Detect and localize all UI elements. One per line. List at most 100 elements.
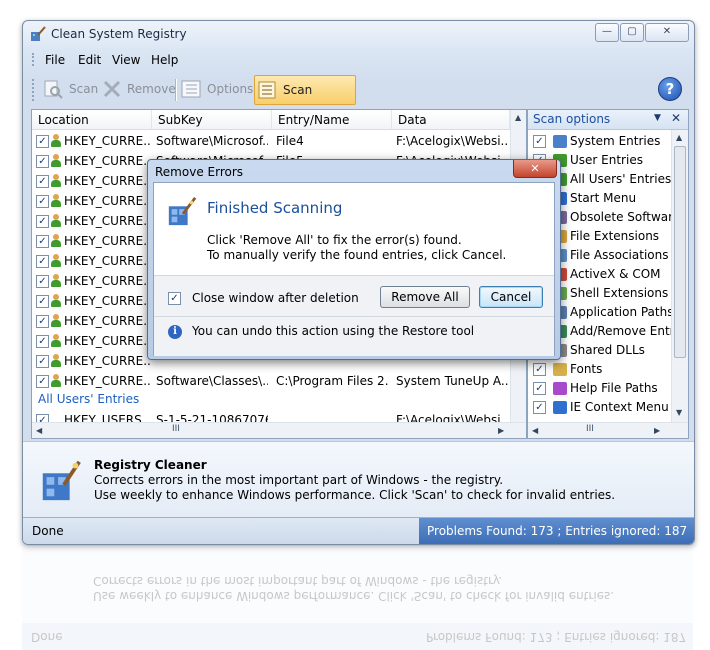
scroll-right-arrow[interactable]: ▶	[498, 426, 504, 435]
scroll-up-arrow[interactable]: ▲	[515, 113, 521, 122]
remove-button[interactable]: Remove	[100, 75, 176, 103]
row-checkbox[interactable]: ✓	[36, 215, 49, 228]
remove-label: Remove	[127, 82, 176, 96]
user-icon-body	[51, 320, 61, 327]
cell-location: HKEY_CURRE...	[64, 314, 150, 328]
panel-scroll-up-arrow[interactable]: ▲	[676, 133, 682, 142]
grid-horizontal-scrollbar[interactable]: ◀ III ▶	[32, 422, 526, 438]
row-checkbox[interactable]: ✓	[36, 335, 49, 348]
maximize-button[interactable]: ▢	[620, 23, 644, 42]
title-bar[interactable]: Clean System Registry — ▢ ✕	[23, 21, 694, 47]
remove-errors-dialog: Remove Errors ✕ Finished Scanning Click …	[147, 159, 561, 360]
row-checkbox[interactable]: ✓	[36, 195, 49, 208]
row-checkbox[interactable]: ✓	[36, 275, 49, 288]
cancel-button[interactable]: Cancel	[479, 286, 543, 308]
window-reflection: Done Problems Found: 173 ; Entries ignor…	[22, 546, 693, 650]
user-icon-body	[51, 220, 61, 227]
user-icon	[50, 174, 62, 187]
help-icon[interactable]: ?	[658, 77, 682, 101]
close-button[interactable]: ✕	[645, 23, 689, 42]
user-icon-body	[51, 360, 61, 367]
info-line-2: Use weekly to enhance Windows performanc…	[94, 488, 616, 502]
row-checkbox[interactable]: ✓	[36, 175, 49, 188]
row-checkbox[interactable]: ✓	[36, 235, 49, 248]
panel-dropdown-icon[interactable]: ▼	[654, 113, 661, 123]
scan-button[interactable]: Scan	[41, 75, 99, 103]
window-title: Clean System Registry	[51, 27, 187, 41]
panel-scroll-thumb-grip[interactable]: III	[586, 424, 594, 434]
toolbar-separator	[175, 79, 177, 101]
table-row[interactable]: ✓ HKEY_CURRE... Software\Classes\... C:\Pro…	[32, 371, 510, 391]
table-row[interactable]: ✓ HKEY_CURRE... Software\Microsof... File4 F…	[32, 131, 510, 151]
panel-scroll-right-arrow[interactable]: ▶	[654, 426, 660, 435]
toolbar-grip	[32, 79, 36, 101]
scroll-thumb-grip[interactable]: III	[172, 424, 180, 434]
panel-scroll-down-arrow[interactable]: ▼	[676, 408, 682, 417]
panel-scroll-left-arrow[interactable]: ◀	[532, 426, 538, 435]
scan-option-checkbox[interactable]: ✓	[533, 363, 546, 376]
options-button[interactable]: Options	[179, 75, 253, 103]
scan-option-label: File Associations	[570, 248, 669, 262]
scan-option-label: File Extensions	[570, 229, 660, 243]
user-icon-body	[51, 200, 61, 207]
menu-help[interactable]: Help	[151, 53, 178, 67]
scroll-left-arrow[interactable]: ◀	[36, 426, 42, 435]
column-header-location[interactable]: Location	[32, 110, 152, 130]
row-checkbox[interactable]: ✓	[36, 295, 49, 308]
user-icon	[50, 294, 62, 307]
user-icon	[50, 274, 62, 287]
cell-location: HKEY_CURRE...	[64, 354, 150, 368]
panel-scroll-thumb[interactable]	[674, 146, 686, 358]
cell-location: HKEY_CURRE...	[64, 194, 150, 208]
reflection-status-text: Done	[31, 630, 63, 644]
column-header-data[interactable]: Data	[392, 110, 510, 130]
menu-view[interactable]: View	[112, 53, 140, 67]
scan-option-checkbox[interactable]: ✓	[533, 135, 546, 148]
cell-subkey: Software\Microsof...	[156, 134, 268, 148]
scan-option-checkbox[interactable]: ✓	[533, 401, 546, 414]
row-checkbox[interactable]: ✓	[36, 355, 49, 368]
scan-options-button[interactable]: Scan options	[254, 75, 356, 125]
dialog-body: Finished Scanning Click 'Remove All' to …	[153, 182, 555, 356]
cell-location: HKEY_CURRE...	[64, 154, 150, 168]
scan-options-title: Scan options	[533, 112, 611, 126]
column-header-subkey[interactable]: SubKey	[152, 110, 272, 130]
row-checkbox[interactable]: ✓	[36, 315, 49, 328]
panel-vertical-scrollbar[interactable]: ▲ ▼	[671, 130, 688, 422]
reflection-info-line-1: Corrects errors in the most important pa…	[93, 574, 503, 588]
dialog-heading: Finished Scanning	[207, 199, 343, 217]
scan-option-label: Shared DLLs	[570, 343, 645, 357]
remove-all-button[interactable]: Remove All	[380, 286, 470, 308]
user-icon-body	[51, 380, 61, 387]
scan-option-label: ActiveX & COM	[570, 267, 661, 281]
user-icon-body	[51, 180, 61, 187]
row-checkbox[interactable]: ✓	[36, 375, 49, 388]
scan-option-icon	[553, 363, 567, 376]
cell-location: HKEY_CURRE...	[64, 374, 150, 388]
menu-edit[interactable]: Edit	[78, 53, 101, 67]
cleaner-broom-icon	[168, 196, 197, 226]
scan-option-checkbox[interactable]: ✓	[533, 382, 546, 395]
cell-location: HKEY_CURRE...	[64, 294, 150, 308]
scan-option-label: Obsolete Software	[570, 210, 681, 224]
row-checkbox[interactable]: ✓	[36, 155, 49, 168]
scan-options-header: Scan options ▼ ✕	[528, 110, 688, 130]
row-checkbox[interactable]: ✓	[36, 135, 49, 148]
dialog-line-1: Click 'Remove All' to fix the error(s) f…	[207, 233, 462, 247]
dialog-line-2: To manually verify the found entries, cl…	[207, 248, 507, 262]
panel-horizontal-scrollbar[interactable]: ◀ III ▶	[528, 422, 688, 438]
reflection-status-bar: Done Problems Found: 173 ; Entries ignor…	[22, 623, 693, 650]
user-icon	[50, 234, 62, 247]
column-header-entry[interactable]: Entry/Name	[272, 110, 392, 130]
user-icon	[50, 334, 62, 347]
cell-location: HKEY_CURRE...	[64, 234, 150, 248]
close-after-deletion-label[interactable]: Close window after deletion	[192, 291, 359, 305]
panel-close-icon[interactable]: ✕	[671, 111, 681, 125]
status-bar: Done Problems Found: 173 ; Entries ignor…	[23, 517, 694, 544]
cell-subkey: Software\Classes\...	[156, 374, 268, 388]
dialog-close-button[interactable]: ✕	[513, 160, 557, 178]
close-after-deletion-checkbox[interactable]: ✓	[168, 292, 181, 305]
row-checkbox[interactable]: ✓	[36, 255, 49, 268]
minimize-button[interactable]: —	[595, 23, 619, 42]
menu-file[interactable]: File	[45, 53, 65, 67]
